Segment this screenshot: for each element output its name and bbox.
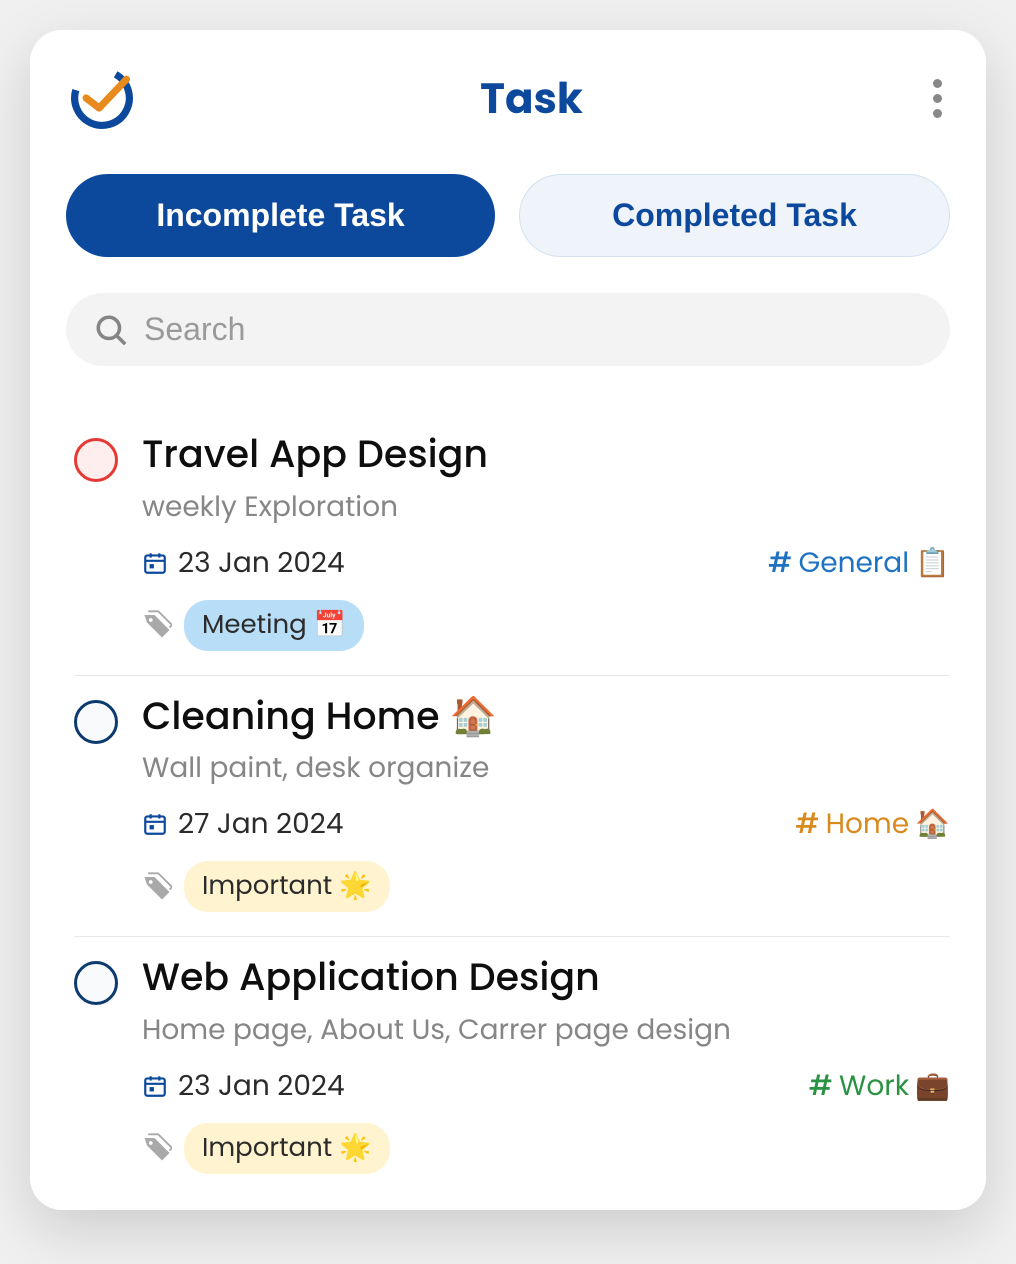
search-input[interactable] bbox=[144, 311, 922, 348]
calendar-icon bbox=[142, 550, 168, 576]
task-title: Cleaning Home 🏠 bbox=[142, 694, 950, 740]
hash-icon: # bbox=[809, 1065, 833, 1107]
app-logo bbox=[66, 62, 138, 134]
task-title: Travel App Design bbox=[142, 432, 950, 478]
task-subtitle: Home page, About Us, Carrer page design bbox=[142, 1009, 950, 1051]
task-checkbox[interactable] bbox=[74, 700, 118, 744]
task-subtitle: Wall paint, desk organize bbox=[142, 747, 950, 789]
task-tags: Important 🌟 bbox=[142, 861, 950, 912]
task-tags: Meeting 📅 bbox=[142, 600, 950, 651]
tag-chip[interactable]: Important 🌟 bbox=[184, 1123, 390, 1174]
tag-icon bbox=[142, 872, 172, 902]
task-date: 23 Jan 2024 bbox=[142, 542, 345, 584]
task-category[interactable]: #General 📋 bbox=[768, 542, 950, 584]
task-date-text: 27 Jan 2024 bbox=[178, 803, 343, 845]
task-date: 27 Jan 2024 bbox=[142, 803, 343, 845]
category-emoji: 🏠 bbox=[915, 803, 950, 845]
hash-icon: # bbox=[768, 542, 792, 584]
app-container: Task Incomplete Task Completed Task Trav… bbox=[30, 30, 986, 1210]
page-title: Task bbox=[138, 67, 925, 130]
tag-chip[interactable]: Important 🌟 bbox=[184, 861, 390, 912]
calendar-icon bbox=[142, 1073, 168, 1099]
task-row[interactable]: Web Application Design Home page, About … bbox=[74, 937, 950, 1198]
calendar-icon bbox=[142, 811, 168, 837]
task-date: 23 Jan 2024 bbox=[142, 1065, 345, 1107]
category-emoji: 💼 bbox=[915, 1065, 950, 1107]
task-checkbox[interactable] bbox=[74, 961, 118, 1005]
task-row[interactable]: Travel App Design weekly Exploration 23 … bbox=[74, 414, 950, 676]
more-menu-icon[interactable] bbox=[925, 71, 950, 126]
header: Task bbox=[66, 62, 950, 134]
task-title: Web Application Design bbox=[142, 955, 950, 1001]
search-bar[interactable] bbox=[66, 293, 950, 366]
task-date-text: 23 Jan 2024 bbox=[178, 542, 345, 584]
search-icon bbox=[94, 313, 128, 347]
tab-completed[interactable]: Completed Task bbox=[519, 174, 950, 257]
tab-incomplete[interactable]: Incomplete Task bbox=[66, 174, 495, 257]
task-date-text: 23 Jan 2024 bbox=[178, 1065, 345, 1107]
tag-icon bbox=[142, 1133, 172, 1163]
category-emoji: 📋 bbox=[915, 542, 950, 584]
category-label: Home bbox=[826, 803, 910, 845]
tag-chip[interactable]: Meeting 📅 bbox=[184, 600, 364, 651]
task-category[interactable]: #Home 🏠 bbox=[795, 803, 950, 845]
task-category[interactable]: #Work 💼 bbox=[809, 1065, 950, 1107]
task-subtitle: weekly Exploration bbox=[142, 486, 950, 528]
task-body: Cleaning Home 🏠 Wall paint, desk organiz… bbox=[142, 694, 950, 913]
tag-icon bbox=[142, 610, 172, 640]
task-tags: Important 🌟 bbox=[142, 1123, 950, 1174]
category-label: Work bbox=[839, 1065, 909, 1107]
task-body: Travel App Design weekly Exploration 23 … bbox=[142, 432, 950, 651]
task-list: Travel App Design weekly Exploration 23 … bbox=[66, 414, 950, 1198]
tab-bar: Incomplete Task Completed Task bbox=[66, 174, 950, 257]
category-label: General bbox=[798, 542, 909, 584]
task-row[interactable]: Cleaning Home 🏠 Wall paint, desk organiz… bbox=[74, 676, 950, 938]
task-checkbox[interactable] bbox=[74, 438, 118, 482]
task-body: Web Application Design Home page, About … bbox=[142, 955, 950, 1174]
hash-icon: # bbox=[795, 803, 819, 845]
